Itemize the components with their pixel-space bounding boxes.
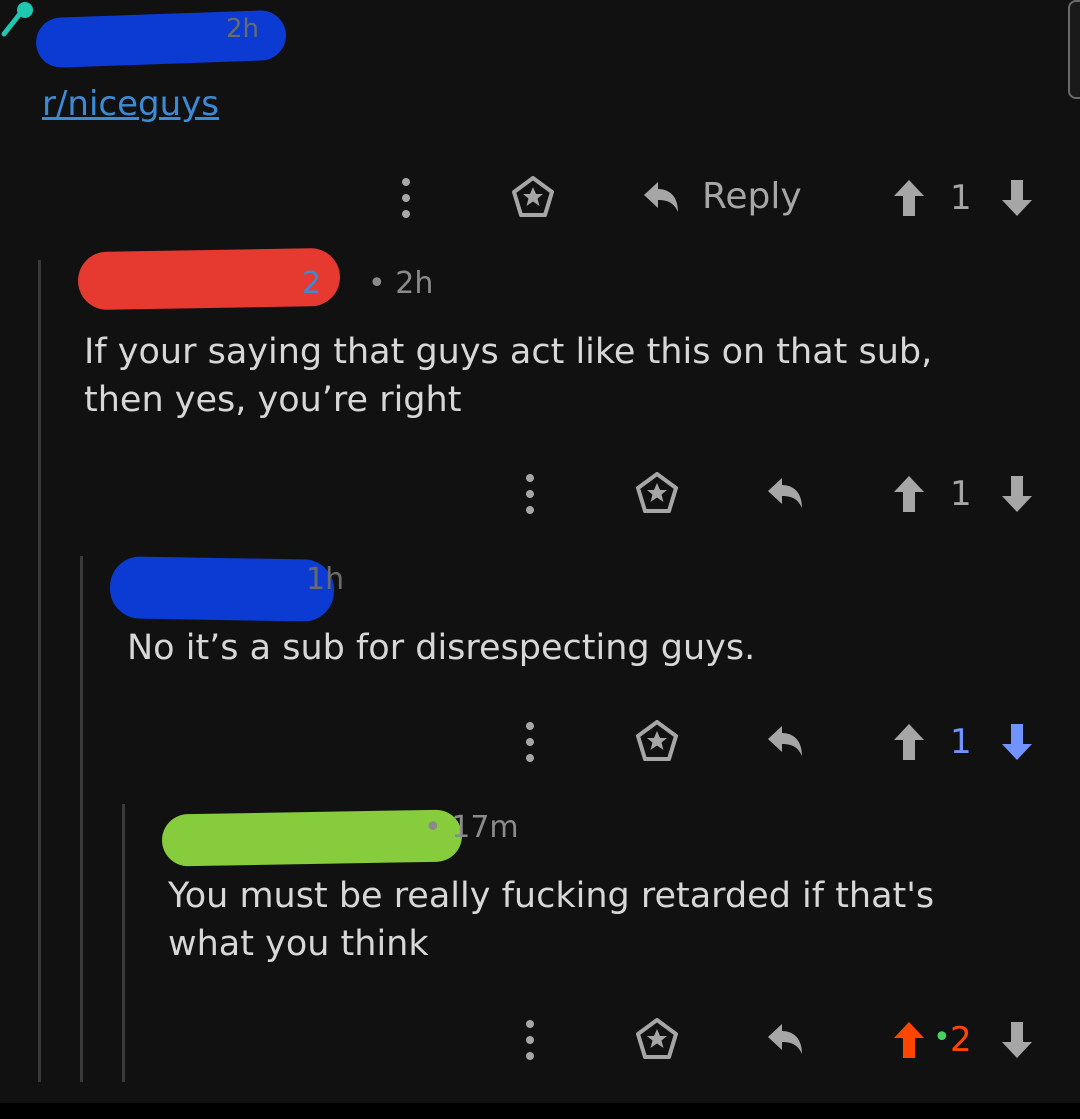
- bottom-bar: [0, 1103, 1080, 1119]
- more-options-icon[interactable]: [520, 1018, 540, 1062]
- redacted-username: [161, 809, 463, 867]
- downvote-icon[interactable]: [1000, 474, 1034, 514]
- downvote-icon[interactable]: [1000, 178, 1034, 218]
- comment-age: • 2h: [368, 266, 434, 301]
- vote-score: 2: [950, 1020, 972, 1060]
- thread-line-level-1[interactable]: [38, 260, 41, 1082]
- comment-body: No it’s a sub for disrespecting guys.: [127, 628, 756, 668]
- scrollbar[interactable]: [1068, 0, 1080, 99]
- upvote-icon[interactable]: [892, 178, 926, 218]
- microphone-icon: [1, 2, 33, 37]
- reply-icon[interactable]: [764, 1020, 806, 1058]
- comment-actions: • 2: [0, 1010, 1080, 1070]
- award-icon[interactable]: [636, 472, 678, 514]
- user-flair: 2: [302, 266, 322, 301]
- downvote-icon[interactable]: [1000, 1020, 1034, 1060]
- comment-actions: 1: [0, 712, 1080, 772]
- more-options-icon[interactable]: [396, 176, 416, 220]
- comment-actions: 1: [0, 464, 1080, 524]
- comment-actions: Reply 1: [0, 168, 1080, 228]
- more-options-icon[interactable]: [520, 720, 540, 764]
- comment-body: If your saying that guys act like this o…: [84, 332, 933, 420]
- reply-button[interactable]: Reply: [702, 176, 802, 217]
- award-icon[interactable]: [512, 176, 554, 218]
- reply-icon[interactable]: [640, 178, 682, 216]
- downvote-icon[interactable]: [1000, 722, 1034, 762]
- upvote-icon[interactable]: [892, 474, 926, 514]
- vote-score: 1: [950, 474, 972, 514]
- vote-score: 1: [950, 178, 972, 218]
- comment-body: You must be really fucking retarded if t…: [168, 876, 935, 964]
- comment-age: 2h: [226, 14, 260, 44]
- award-icon[interactable]: [636, 720, 678, 762]
- comment-age: • 17m: [424, 810, 519, 845]
- award-icon[interactable]: [636, 1018, 678, 1060]
- reply-icon[interactable]: [764, 722, 806, 760]
- subreddit-link[interactable]: r/niceguys: [42, 84, 219, 124]
- thread-line-level-2[interactable]: [80, 556, 83, 1082]
- comment-age: 1h: [306, 562, 345, 597]
- redacted-username: [109, 556, 335, 622]
- upvote-icon[interactable]: [892, 722, 926, 762]
- score-indicator: •: [933, 1020, 951, 1055]
- upvote-icon[interactable]: [892, 1020, 926, 1060]
- reply-icon[interactable]: [764, 474, 806, 512]
- more-options-icon[interactable]: [520, 472, 540, 516]
- vote-score: 1: [950, 722, 972, 762]
